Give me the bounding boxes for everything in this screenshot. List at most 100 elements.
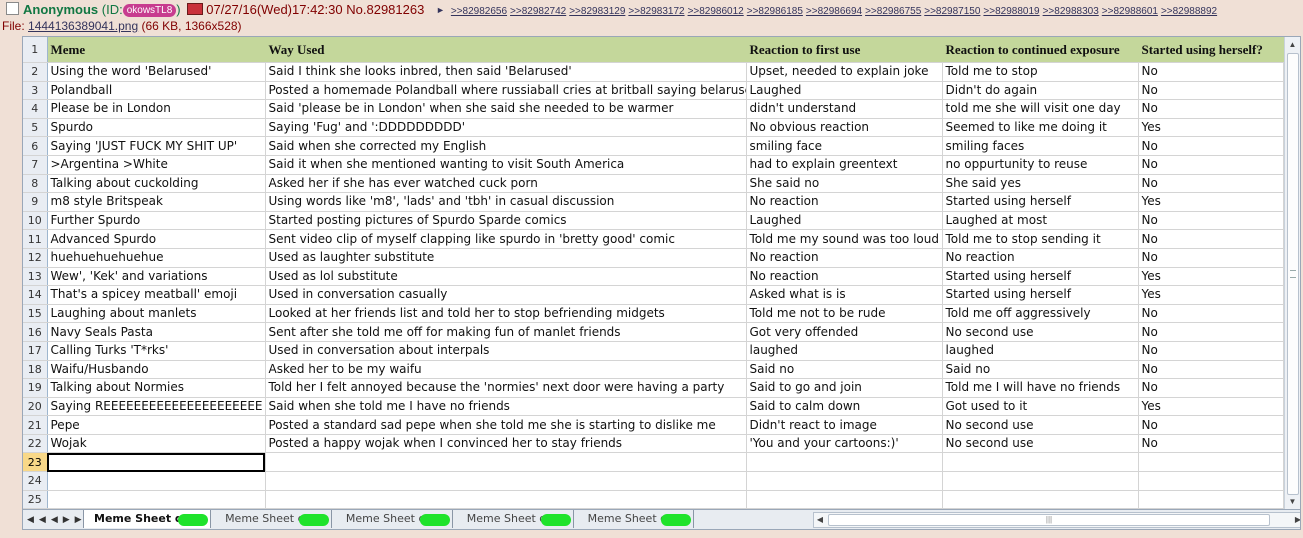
table-cell[interactable]: Got very offended xyxy=(746,322,943,342)
table-cell[interactable]: Please be in London xyxy=(47,99,266,119)
table-cell[interactable]: huehuehuehuehue xyxy=(47,248,266,268)
table-cell[interactable]: Told me not to be rude xyxy=(746,304,943,324)
scroll-up-icon[interactable]: ▲ xyxy=(1285,37,1300,52)
table-cell[interactable]: smiling face xyxy=(746,136,943,156)
row-number[interactable]: 4 xyxy=(23,99,48,119)
row-number[interactable]: 7 xyxy=(23,155,48,175)
table-cell[interactable]: Used in conversation casually xyxy=(265,285,747,305)
table-cell[interactable] xyxy=(1138,452,1284,473)
row-number[interactable]: 21 xyxy=(23,415,48,435)
table-cell[interactable]: smiling faces xyxy=(942,136,1139,156)
sheet-tab[interactable]: Meme Sheet qt xyxy=(215,510,332,528)
column-header[interactable]: Way Used xyxy=(265,37,747,63)
table-cell[interactable]: Navy Seals Pasta xyxy=(47,322,266,342)
table-cell[interactable]: Said to go and join xyxy=(746,378,943,398)
table-cell[interactable] xyxy=(746,490,943,510)
row-number[interactable]: 10 xyxy=(23,211,48,231)
table-cell[interactable]: Asked what is is xyxy=(746,285,943,305)
table-cell[interactable]: Spurdo xyxy=(47,118,266,138)
table-cell[interactable]: Wojak xyxy=(47,434,266,454)
table-cell[interactable]: No xyxy=(1138,229,1284,249)
table-cell[interactable]: Posted a happy wojak when I convinced he… xyxy=(265,434,747,454)
table-cell[interactable]: That's a spicey meatball' emoji xyxy=(47,285,266,305)
row-number[interactable]: 15 xyxy=(23,304,48,324)
table-cell[interactable]: No xyxy=(1138,304,1284,324)
table-cell[interactable] xyxy=(746,452,943,473)
row-number[interactable]: 6 xyxy=(23,136,48,156)
table-cell[interactable]: Didn't react to image xyxy=(746,415,943,435)
table-cell[interactable]: Wew', 'Kek' and variations xyxy=(47,267,266,287)
reply-link[interactable]: >>82983172 xyxy=(628,6,684,17)
table-cell[interactable]: Pepe xyxy=(47,415,266,435)
row-number[interactable]: 20 xyxy=(23,397,48,417)
table-cell[interactable]: Advanced Spurdo xyxy=(47,229,266,249)
reply-link[interactable]: >>82988601 xyxy=(1102,6,1158,17)
table-cell[interactable]: Started using herself xyxy=(942,285,1139,305)
table-cell[interactable]: No xyxy=(1138,136,1284,156)
table-cell[interactable]: Using the word 'Belarused' xyxy=(47,62,266,82)
row-number[interactable]: 12 xyxy=(23,248,48,268)
reply-link[interactable]: >>82986694 xyxy=(806,6,862,17)
table-cell[interactable]: Asked her if she has ever watched cuck p… xyxy=(265,174,747,194)
poster-id-badge[interactable]: okowsTL8 xyxy=(122,4,177,17)
table-cell[interactable] xyxy=(265,490,747,510)
row-number[interactable]: 9 xyxy=(23,192,48,212)
table-cell[interactable]: Yes xyxy=(1138,285,1284,305)
table-cell[interactable]: No xyxy=(1138,248,1284,268)
table-cell[interactable]: Didn't do again xyxy=(942,81,1139,101)
table-cell[interactable]: Laughed xyxy=(746,81,943,101)
table-cell[interactable]: Started using herself xyxy=(942,267,1139,287)
row-number[interactable]: 18 xyxy=(23,360,48,380)
row-number[interactable]: 23 xyxy=(23,452,48,473)
reply-link[interactable]: >>82988303 xyxy=(1043,6,1099,17)
scroll-thumb[interactable] xyxy=(1287,53,1299,495)
horizontal-scrollbar[interactable]: ◀ ||| ▶ xyxy=(813,512,1300,528)
row-number[interactable]: 16 xyxy=(23,322,48,342)
table-cell[interactable]: No second use xyxy=(942,415,1139,435)
table-cell[interactable]: Told me off aggressively xyxy=(942,304,1139,324)
row-number[interactable]: 25 xyxy=(23,490,48,510)
sheet-nav-buttons[interactable]: ◀◀◀▶▶ xyxy=(27,510,87,528)
table-cell[interactable]: m8 style Britspeak xyxy=(47,192,266,212)
table-cell[interactable]: Yes xyxy=(1138,397,1284,417)
table-cell[interactable]: No xyxy=(1138,99,1284,119)
table-cell[interactable]: Using words like 'm8', 'lads' and 'tbh' … xyxy=(265,192,747,212)
table-cell[interactable]: Laughed at most xyxy=(942,211,1139,231)
reply-link[interactable]: >>82982742 xyxy=(510,6,566,17)
row-number[interactable]: 5 xyxy=(23,118,48,138)
table-cell[interactable]: No xyxy=(1138,62,1284,82)
table-cell[interactable]: Said no xyxy=(746,360,943,380)
table-cell[interactable]: Said 'please be in London' when she said… xyxy=(265,99,747,119)
column-header[interactable]: Reaction to continued exposure xyxy=(942,37,1139,63)
column-header[interactable]: Started using herself? xyxy=(1138,37,1284,63)
table-cell[interactable]: She said yes xyxy=(942,174,1139,194)
expand-arrow-icon[interactable]: ► xyxy=(436,5,445,15)
row-number[interactable]: 13 xyxy=(23,267,48,287)
table-cell[interactable]: Laughing about manlets xyxy=(47,304,266,324)
table-cell[interactable]: Sent after she told me off for making fu… xyxy=(265,322,747,342)
table-cell[interactable]: Talking about Normies xyxy=(47,378,266,398)
row-number[interactable]: 2 xyxy=(23,62,48,82)
table-cell[interactable]: Yes xyxy=(1138,192,1284,212)
column-header[interactable]: Meme xyxy=(47,37,266,63)
row-number[interactable]: 22 xyxy=(23,434,48,454)
table-cell[interactable]: Told me I will have no friends xyxy=(942,378,1139,398)
table-cell[interactable]: laughed xyxy=(746,341,943,361)
reply-link[interactable]: >>82982656 xyxy=(451,6,507,17)
row-number[interactable]: 19 xyxy=(23,378,48,398)
table-cell[interactable]: Upset, needed to explain joke xyxy=(746,62,943,82)
table-cell[interactable]: Posted a homemade Polandball where russi… xyxy=(265,81,747,101)
table-cell[interactable]: No xyxy=(1138,155,1284,175)
table-cell[interactable]: Sent video clip of myself clapping like … xyxy=(265,229,747,249)
table-cell[interactable]: No reaction xyxy=(942,248,1139,268)
scroll-right-icon[interactable]: ▶ xyxy=(1292,513,1300,527)
sheet-tab[interactable]: Meme Sheet qt xyxy=(83,510,212,528)
post-select-checkbox[interactable] xyxy=(6,2,19,15)
table-cell[interactable] xyxy=(1138,490,1284,510)
table-cell[interactable]: Started using herself xyxy=(942,192,1139,212)
table-cell[interactable]: Yes xyxy=(1138,118,1284,138)
table-cell[interactable]: No second use xyxy=(942,434,1139,454)
table-cell[interactable]: Told me my sound was too loud xyxy=(746,229,943,249)
table-cell[interactable]: Posted a standard sad pepe when she told… xyxy=(265,415,747,435)
table-cell[interactable]: Said it when she mentioned wanting to vi… xyxy=(265,155,747,175)
